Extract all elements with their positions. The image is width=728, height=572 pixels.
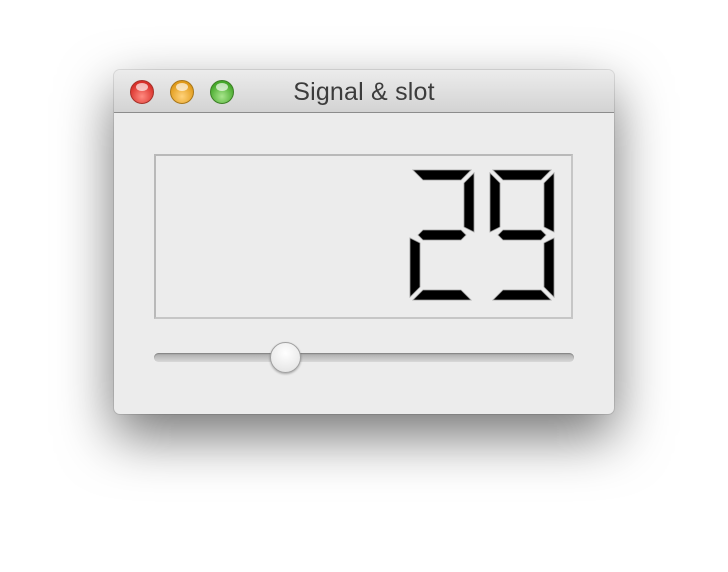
lcd-segment-b-digit-0	[463, 172, 475, 233]
slider-track[interactable]	[154, 353, 574, 362]
lcd-segment-f-digit-1	[489, 172, 501, 233]
slider-thumb[interactable]	[270, 342, 301, 373]
window-title: Signal & slot	[293, 78, 435, 106]
title-bar[interactable]: Signal & slot	[114, 70, 614, 113]
lcd-number-display	[154, 154, 573, 319]
main-window: Signal & slot	[114, 70, 614, 414]
lcd-segment-e-digit-0	[409, 237, 421, 298]
lcd-segment-c-digit-1	[543, 237, 555, 298]
lcd-segment-d-digit-0	[412, 289, 472, 301]
lcd-digits	[409, 169, 555, 301]
lcd-segment-g-digit-1	[497, 229, 547, 241]
lcd-segment-d-digit-1	[492, 289, 552, 301]
lcd-segment-g-digit-0	[417, 229, 467, 241]
lcd-segment-b-digit-1	[543, 172, 555, 233]
lcd-segment-a-digit-1	[492, 169, 552, 181]
lcd-segment-a-digit-0	[412, 169, 472, 181]
